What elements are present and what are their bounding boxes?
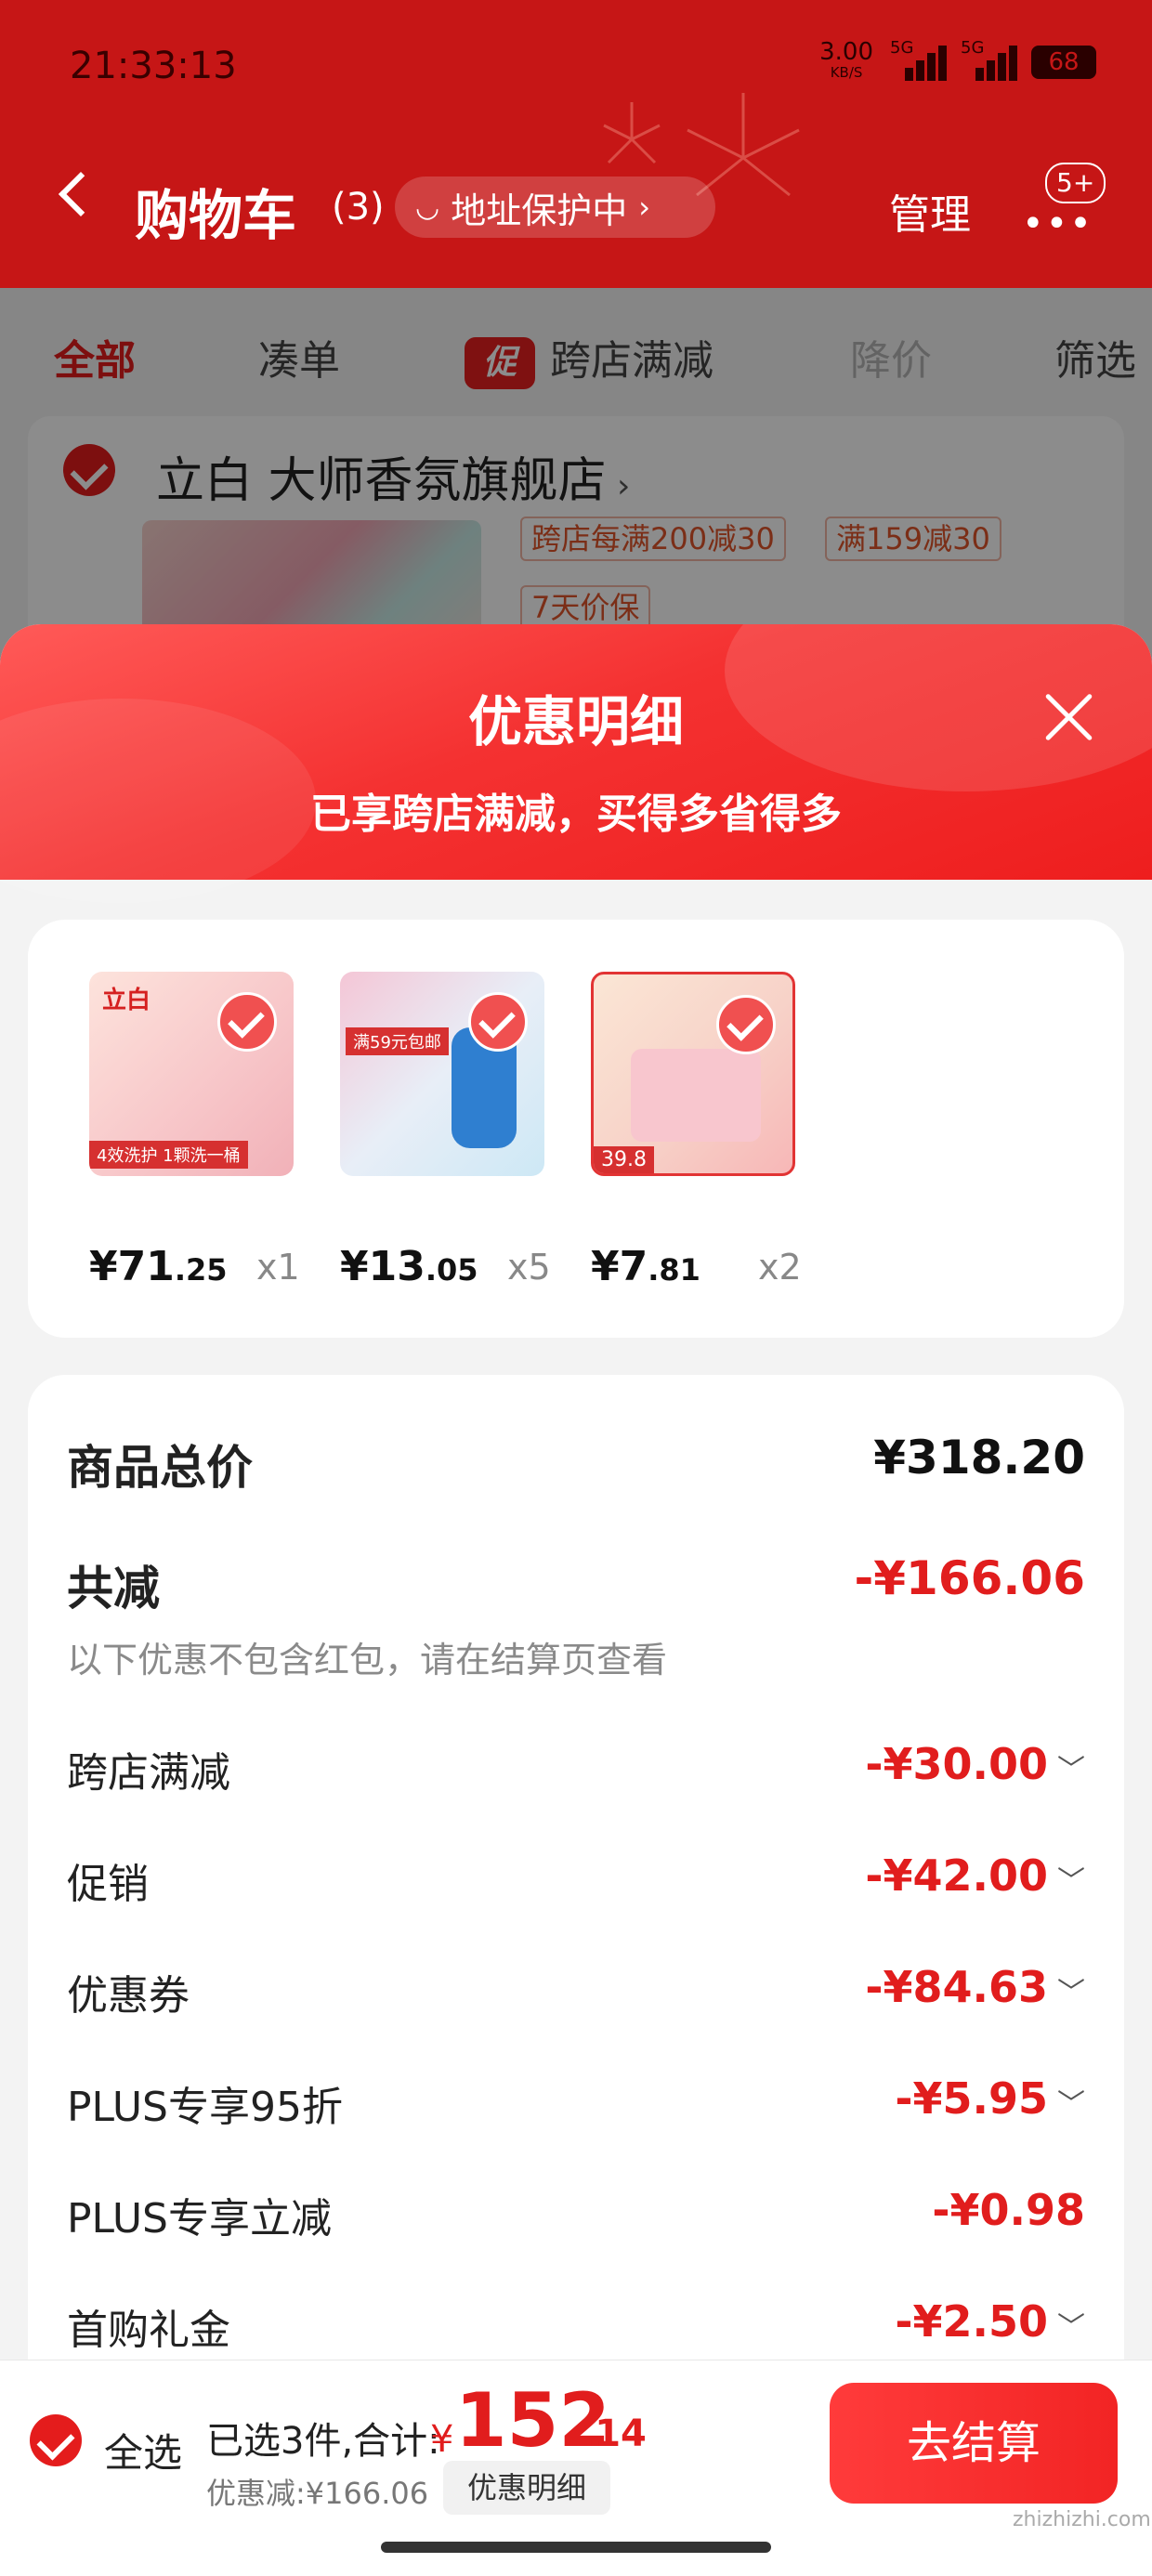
discount-value: -¥84.63 ﹀	[865, 1962, 1085, 2012]
selected-total-label: 已选3件,合计:	[206, 2420, 440, 2463]
home-indicator[interactable]	[381, 2542, 771, 2553]
network-speed: 3.00 KB/S	[819, 40, 873, 83]
product-price: ¥7.81	[591, 1243, 700, 1290]
checkmark-icon	[217, 992, 277, 1052]
product-image: 满59元包邮	[340, 972, 544, 1176]
status-time: 21:33:13	[70, 45, 237, 87]
checkmark-icon	[716, 995, 776, 1054]
product-image-label: 39.8	[594, 1146, 654, 1173]
chevron-down-icon: ﹀	[1057, 2311, 1085, 2344]
price-dec: .81	[648, 1252, 700, 1288]
products-card: 立白 4效洗护 1颗洗一桶 ¥71.25 x1 满59元包邮 ¥13.05 x5	[28, 920, 1124, 1338]
more-icon[interactable]: •••	[1022, 203, 1093, 245]
brand-logo: 立白	[102, 987, 151, 1014]
discount-amount: -¥84.63	[865, 1962, 1048, 2012]
chevron-down-icon: ﹀	[1057, 2088, 1085, 2121]
product-image: 39.8	[591, 972, 795, 1176]
shield-icon: ◡	[415, 190, 440, 224]
total-price-value: ¥318.20	[873, 1431, 1085, 1484]
discount-amount: -¥2.50	[895, 2296, 1048, 2347]
pod-box-shape	[631, 1049, 761, 1142]
address-protection-button[interactable]: ◡ 地址保护中 ›	[395, 177, 715, 238]
signal-2-label: 5G	[961, 38, 985, 58]
product-qty: x5	[507, 1247, 551, 1288]
total-amount-dec: .14	[581, 2413, 647, 2455]
sheet-title: 优惠明细	[467, 690, 684, 753]
discount-label: 优惠券	[67, 1972, 190, 2020]
total-discount-label: 共减	[67, 1562, 160, 1615]
battery-icon: 68	[1031, 46, 1096, 79]
price-dec: .05	[425, 1252, 478, 1288]
signal-icon: 5G	[961, 38, 1017, 81]
close-icon[interactable]	[1041, 689, 1096, 745]
discount-label: 促销	[67, 1861, 149, 1908]
cart-count: (3)	[332, 186, 385, 229]
discount-value: -¥2.50 ﹀	[895, 2296, 1085, 2347]
message-badge: 5+	[1045, 163, 1106, 203]
checkout-button[interactable]: 去结算	[830, 2383, 1118, 2504]
discount-value: -¥42.00 ﹀	[865, 1850, 1085, 1901]
discount-label: 首购礼金	[67, 2307, 230, 2354]
price-int: ¥7	[591, 1243, 648, 1290]
watermark: zhizhizhi.com	[1013, 2508, 1151, 2531]
signal-1-label: 5G	[890, 38, 914, 58]
product-image-label: 满59元包邮	[346, 1027, 449, 1055]
page-title: 购物车	[135, 184, 297, 247]
discount-label: PLUS专享95折	[67, 2084, 343, 2131]
product-qty: x1	[256, 1247, 300, 1288]
sheet-subtitle: 已享跨店满减，买得多省得多	[310, 791, 842, 838]
product-image-label: 4效洗护 1颗洗一桶	[89, 1141, 248, 1169]
product-item[interactable]: 满59元包邮 ¥13.05 x5	[340, 972, 551, 1290]
price-int: ¥13	[340, 1243, 425, 1290]
chevron-right-icon: ›	[638, 190, 650, 225]
select-all-label[interactable]: 全选	[104, 2422, 182, 2478]
select-all-checkbox[interactable]	[30, 2414, 82, 2466]
chevron-down-icon: ﹀	[1057, 1865, 1085, 1898]
discount-label: PLUS专享立减	[67, 2195, 332, 2243]
discount-detail-button[interactable]: 优惠明细	[443, 2461, 610, 2515]
discount-note: 以下优惠不包含红包，请在结算页查看	[67, 1640, 668, 1680]
total-price-label: 商品总价	[67, 1441, 253, 1495]
product-price: ¥13.05	[340, 1243, 478, 1290]
manage-button[interactable]: 管理	[889, 181, 971, 241]
signal-icon: 5G	[890, 38, 947, 81]
product-qty: x2	[758, 1247, 802, 1288]
discount-value: -¥0.98	[932, 2185, 1085, 2235]
currency-symbol: ¥	[430, 2418, 454, 2461]
saved-amount: 优惠减:¥166.06	[206, 2476, 429, 2511]
address-protection-label: 地址保护中	[451, 190, 628, 231]
discount-detail-sheet: 优惠明细 已享跨店满减，买得多省得多 立白 4效洗护 1颗洗一桶 ¥71.25 …	[0, 624, 1152, 2575]
product-item[interactable]: 39.8 ¥7.81 x2	[591, 972, 802, 1290]
total-discount-value: -¥166.06	[854, 1551, 1086, 1605]
discount-value: -¥30.00 ﹀	[865, 1739, 1085, 1789]
chevron-down-icon: ﹀	[1057, 1754, 1085, 1786]
price-dec: .25	[174, 1252, 228, 1288]
discount-value: -¥5.95 ﹀	[895, 2073, 1085, 2124]
product-price: ¥71.25	[89, 1243, 228, 1290]
discount-amount: -¥30.00	[865, 1739, 1048, 1789]
chevron-down-icon: ﹀	[1057, 1977, 1085, 2009]
status-icons: 3.00 KB/S 5G 5G 68	[819, 38, 1096, 83]
checkmark-icon	[468, 992, 528, 1052]
discount-label: 跨店满减	[67, 1749, 230, 1797]
discount-amount: -¥42.00	[865, 1850, 1048, 1901]
product-item[interactable]: 立白 4效洗护 1颗洗一桶 ¥71.25 x1	[89, 972, 300, 1290]
overlay-dim[interactable]	[0, 288, 1152, 669]
price-int: ¥71	[89, 1243, 175, 1290]
discount-amount: -¥5.95	[895, 2073, 1048, 2124]
sheet-header: 优惠明细 已享跨店满减，买得多省得多	[0, 624, 1152, 903]
product-image: 立白 4效洗护 1颗洗一桶	[89, 972, 294, 1176]
